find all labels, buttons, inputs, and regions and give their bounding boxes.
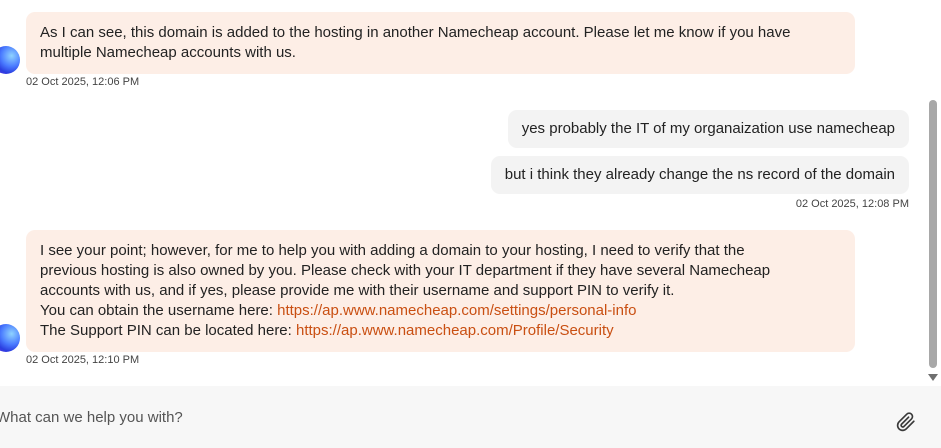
- user-message-bubble: but i think they already change the ns r…: [490, 156, 909, 194]
- message-timestamp: 02 Oct 2025, 12:06 PM: [26, 76, 140, 88]
- support-pin-link[interactable]: https://ap.www.namecheap.com/Profile/Sec…: [296, 322, 614, 339]
- agent-avatar: [0, 46, 20, 74]
- username-prefix: You can obtain the username here:: [40, 302, 278, 319]
- message-input[interactable]: [0, 404, 856, 430]
- username-link[interactable]: https://ap.www.namecheap.com/settings/pe…: [277, 302, 636, 319]
- message-text-line: previous hosting is also owned by you. P…: [40, 262, 771, 279]
- user-message-bubble: yes probably the IT of my organaization …: [507, 110, 909, 148]
- message-timestamp: 02 Oct 2025, 12:08 PM: [795, 198, 909, 210]
- message-text-line: multiple Namecheap accounts with us.: [40, 44, 296, 61]
- message-text-line: The Support PIN can be located here: htt…: [40, 321, 841, 341]
- message-text-line: As I can see, this domain is added to th…: [40, 24, 791, 41]
- message-timestamp: 02 Oct 2025, 12:10 PM: [26, 354, 140, 366]
- scrollbar-thumb[interactable]: [929, 100, 937, 368]
- message-text-line: You can obtain the username here: https:…: [40, 301, 841, 321]
- message-text-line: accounts with us, and if yes, please pro…: [40, 282, 675, 299]
- message-composer: [0, 386, 941, 448]
- message-text-line: I see your point; however, for me to hel…: [40, 242, 745, 259]
- chat-transcript[interactable]: As I can see, this domain is added to th…: [0, 0, 926, 386]
- pin-prefix: The Support PIN can be located here:: [40, 322, 296, 339]
- paperclip-icon[interactable]: [896, 412, 916, 432]
- agent-avatar: [0, 324, 20, 352]
- scroll-down-arrow-icon[interactable]: [928, 374, 938, 381]
- agent-message-bubble: As I can see, this domain is added to th…: [26, 12, 855, 74]
- agent-message-bubble: I see your point; however, for me to hel…: [26, 230, 855, 352]
